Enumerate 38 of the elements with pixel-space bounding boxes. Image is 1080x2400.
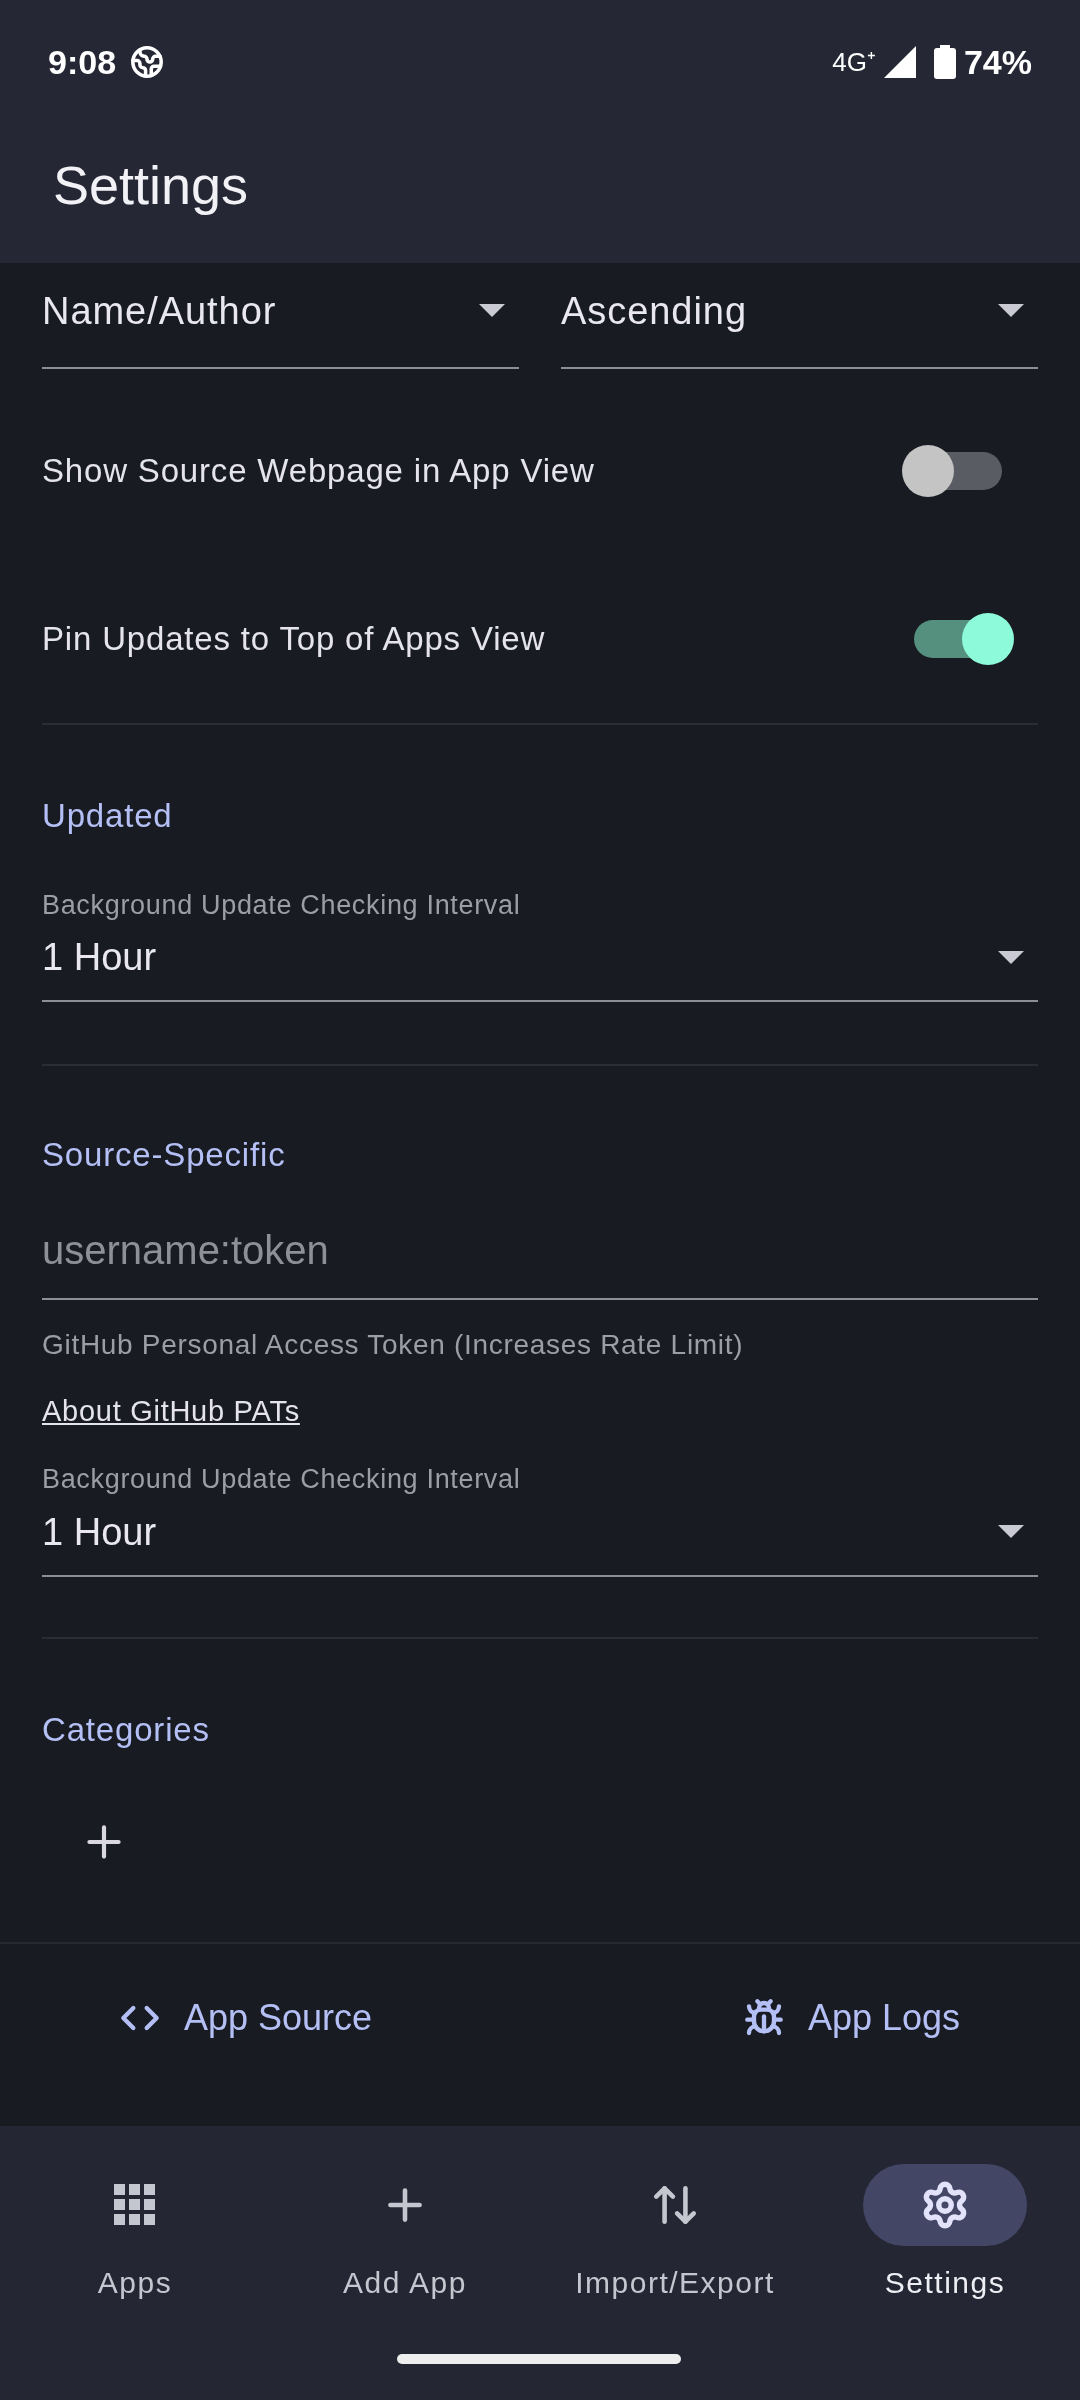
toggle-switch[interactable] — [914, 613, 1014, 665]
toggle-label: Show Source Webpage in App View — [42, 451, 595, 492]
pats-link[interactable]: About GitHub PATs — [42, 1394, 300, 1427]
dropdown-field[interactable]: Background Update Checking Interval 1 Hour — [42, 878, 1038, 1002]
nav-tab[interactable]: Import/Export — [540, 2164, 810, 2305]
sort-dropdown[interactable]: Ascending — [561, 263, 1038, 369]
footer-link[interactable]: App Source — [120, 1988, 373, 2048]
network-type: 4G⁺ — [832, 45, 876, 79]
footer-link[interactable]: App Logs — [743, 1988, 960, 2048]
section-heading: Updated — [41, 796, 174, 836]
token-input[interactable]: username:token — [42, 1219, 1038, 1300]
dropdown-value: Name/Author — [42, 288, 277, 334]
dropdown-caret-icon — [998, 950, 1024, 965]
toggle-switch[interactable] — [902, 445, 1002, 497]
dropdown-caret-icon — [998, 1525, 1024, 1539]
field-label: Background Update Checking Interval — [42, 1463, 522, 1496]
nav-tab[interactable]: Add App — [270, 2164, 540, 2305]
status-time: 9:08 — [48, 41, 117, 83]
field-helper-text: GitHub Personal Access Token (Increases Rate Limit) — [42, 1327, 745, 1362]
section-heading: Categories — [41, 1709, 211, 1750]
field-label: Background Update Checking Interval — [42, 888, 522, 922]
dropdown-field[interactable]: Background Update Checking Interval 1 Hour — [42, 1453, 1038, 1577]
grid-icon — [114, 2184, 156, 2226]
nav-tab[interactable]: Settings — [810, 2164, 1080, 2305]
toggle-label: Pin Updates to Top of Apps View — [42, 619, 546, 660]
signal-icon — [883, 46, 916, 78]
battery-level: 74% — [963, 41, 1032, 83]
nav-tab[interactable]: Apps — [0, 2164, 270, 2305]
bug-icon — [743, 1998, 784, 2038]
battery-icon — [933, 45, 956, 79]
field-value: 1 Hour — [42, 935, 157, 980]
section-heading: Source-Specific — [41, 1135, 287, 1175]
dropdown-value: Ascending — [561, 288, 747, 334]
dropdown-caret-icon — [998, 304, 1024, 318]
sort-dropdown[interactable]: Name/Author — [42, 263, 519, 369]
dropdown-caret-icon — [479, 304, 505, 318]
app-bar-title: Settings — [53, 154, 249, 217]
field-value: 1 Hour — [42, 1509, 157, 1555]
